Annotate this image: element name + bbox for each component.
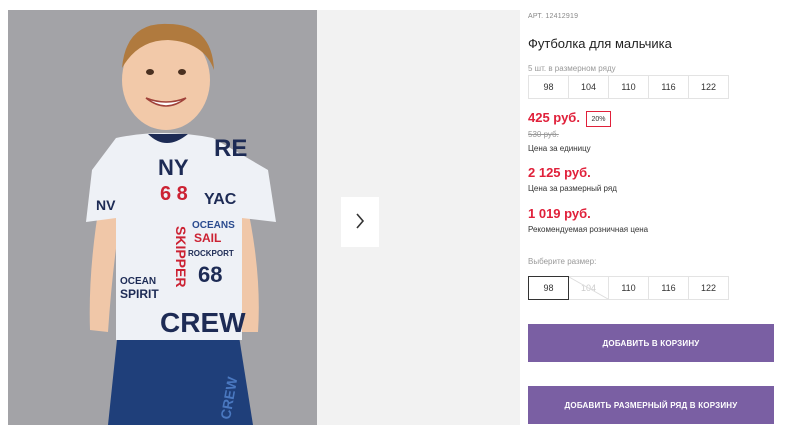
- svg-text:ROCKPORT: ROCKPORT: [188, 249, 234, 258]
- size-row-item: 116: [648, 75, 689, 99]
- size-row-item: 110: [608, 75, 649, 99]
- discount-badge: 20%: [586, 111, 611, 127]
- svg-text:CREW: CREW: [160, 307, 246, 338]
- svg-text:NV: NV: [96, 197, 116, 213]
- size-option-116[interactable]: 116: [648, 276, 689, 300]
- old-price: 530 руб.: [528, 130, 559, 139]
- add-to-cart-button[interactable]: ДОБАВИТЬ В КОРЗИНУ: [528, 324, 774, 362]
- size-selector: 98 104 110 116 122: [528, 276, 729, 300]
- svg-text:YAC: YAC: [204, 191, 237, 208]
- size-row-hint: 5 шт. в размерном ряду: [528, 64, 616, 73]
- row-price-caption: Цена за размерный ряд: [528, 184, 617, 193]
- article-number: АРТ. 12412919: [528, 13, 579, 20]
- svg-text:SPIRIT: SPIRIT: [120, 287, 159, 301]
- strikethrough-icon: [569, 277, 608, 299]
- size-option-122[interactable]: 122: [688, 276, 729, 300]
- svg-text:OCEAN: OCEAN: [120, 276, 156, 287]
- chevron-right-icon: [355, 212, 365, 232]
- svg-text:68: 68: [198, 262, 222, 287]
- size-row-item: 122: [688, 75, 729, 99]
- choose-size-label: Выберите размер:: [528, 257, 597, 266]
- svg-text:6 8: 6 8: [160, 183, 188, 205]
- size-row-list: 98 104 110 116 122: [528, 75, 729, 99]
- size-row-item: 98: [528, 75, 569, 99]
- retail-price: 1 019 руб.: [528, 206, 591, 221]
- unit-price-caption: Цена за единицу: [528, 144, 591, 153]
- size-option-104[interactable]: 104: [568, 276, 609, 300]
- product-info: АРТ. 12412919 Футболка для мальчика 5 шт…: [528, 0, 793, 425]
- product-title: Футболка для мальчика: [528, 36, 672, 51]
- svg-text:SKIPPER: SKIPPER: [173, 226, 189, 287]
- row-price: 2 125 руб.: [528, 165, 591, 180]
- size-option-110[interactable]: 110: [608, 276, 649, 300]
- svg-text:SAIL: SAIL: [194, 231, 221, 245]
- add-size-row-to-cart-button[interactable]: ДОБАВИТЬ РАЗМЕРНЫЙ РЯД В КОРЗИНУ: [528, 386, 774, 424]
- product-gallery: NY 6 8 YAC RE NV OCEANS SAIL ROCKPORT 68…: [0, 10, 520, 425]
- unit-price: 425 руб.: [528, 110, 580, 125]
- size-row-item: 104: [568, 75, 609, 99]
- retail-price-caption: Рекомендуемая розничная цена: [528, 225, 649, 234]
- product-photo: NY 6 8 YAC RE NV OCEANS SAIL ROCKPORT 68…: [8, 10, 317, 425]
- size-option-98[interactable]: 98: [528, 276, 569, 300]
- svg-text:OCEANS: OCEANS: [192, 220, 235, 231]
- svg-text:RE: RE: [214, 135, 247, 162]
- svg-text:NY: NY: [158, 155, 189, 180]
- gallery-next-button[interactable]: [341, 197, 379, 247]
